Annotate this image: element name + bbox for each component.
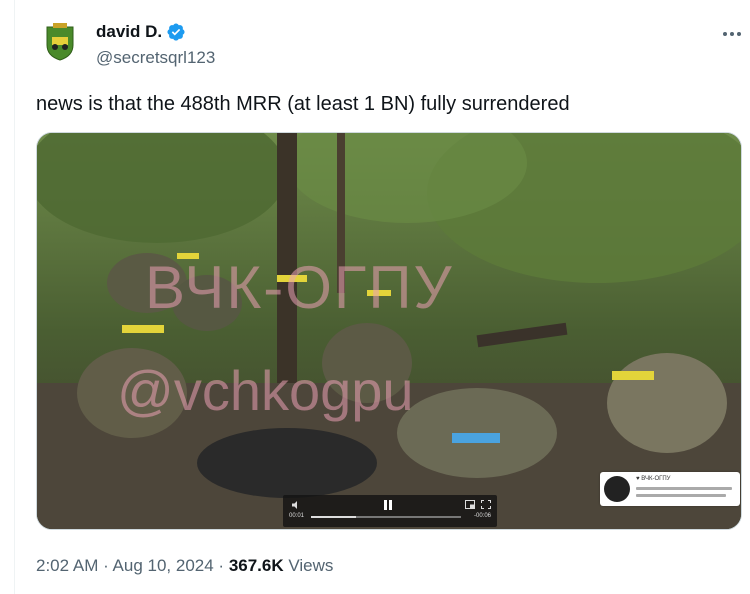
meta-separator: · [213, 556, 229, 575]
watermark-channel-name: ВЧК-ОГПУ [145, 254, 454, 321]
tweet-text: news is that the 488th MRR (at least 1 B… [36, 93, 570, 115]
overlay-avatar [604, 476, 630, 502]
overlay-text-line [636, 494, 726, 497]
video-remaining-time: -00:06 [473, 513, 491, 519]
more-options-icon[interactable] [719, 24, 745, 44]
video-overlay-card: ♥ ВЧК-ОГПУ [600, 472, 740, 506]
views-count: 367.6K [228, 556, 284, 575]
video-current-time: 00:01 [289, 513, 305, 519]
tweet-date[interactable]: Aug 10, 2024 [113, 556, 214, 575]
meta-separator: · [98, 556, 113, 575]
video-player-controls[interactable]: 00:01 -00:06 [283, 495, 497, 527]
author-name[interactable]: david D. [96, 22, 162, 42]
watermark-channel-handle: @vchkogpu [117, 359, 414, 422]
pause-icon[interactable] [381, 498, 395, 512]
author-name-row: david D. [96, 22, 186, 42]
author-handle[interactable]: @secretsqrl123 [96, 48, 215, 68]
picture-in-picture-icon[interactable] [465, 500, 475, 509]
volume-icon[interactable] [291, 500, 301, 510]
fullscreen-icon[interactable] [481, 500, 491, 509]
tweet-video[interactable]: ВЧК-ОГПУ @vchkogpu ♥ ВЧК-ОГПУ 00:01 -00:… [36, 132, 742, 530]
video-progress-fill [311, 516, 356, 518]
author-avatar[interactable] [36, 18, 84, 66]
video-progress-bar[interactable] [311, 516, 461, 518]
tweet-time[interactable]: 2:02 AM [36, 556, 98, 575]
timeline-divider [14, 0, 15, 594]
overlay-text-line [636, 487, 732, 490]
green-coat-of-arms-icon [46, 23, 74, 61]
verified-badge-icon[interactable] [166, 22, 186, 42]
overlay-card-name: ♥ ВЧК-ОГПУ [636, 476, 671, 482]
video-frame-scene [37, 133, 741, 529]
tweet-meta: 2:02 AM · Aug 10, 2024 · 367.6K Views [36, 556, 333, 576]
views-label: Views [283, 556, 334, 575]
